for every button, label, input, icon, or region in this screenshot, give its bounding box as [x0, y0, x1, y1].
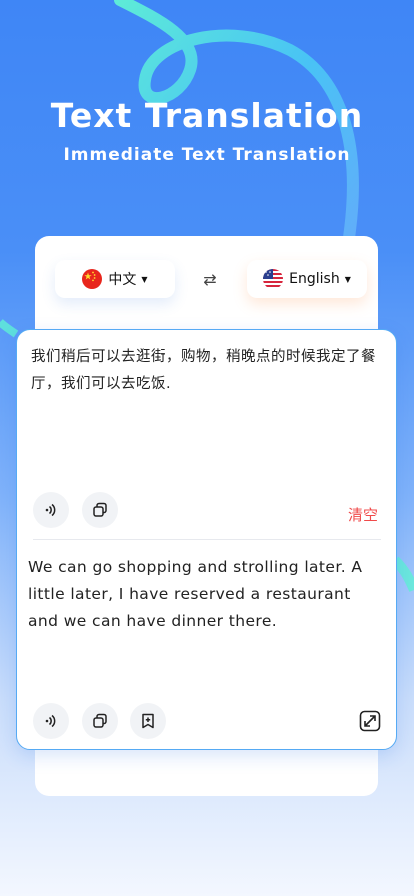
usa-flag-icon [263, 269, 284, 289]
hero-subtitle: Immediate Text Translation [63, 145, 351, 165]
china-flag-icon [82, 269, 103, 289]
bookmark-add-icon [142, 713, 154, 729]
divider [33, 539, 381, 540]
speaker-icon [45, 503, 56, 517]
chevron-down-icon: ▼ [344, 274, 351, 284]
speak-source-button[interactable] [33, 492, 69, 528]
chevron-down-icon: ▼ [141, 274, 148, 284]
source-language-label: 中文 [108, 272, 137, 288]
hero-title: Text Translation [50, 96, 364, 135]
clear-button[interactable]: 清空 [348, 504, 378, 525]
translation-panel: 我们稍后可以去逛街，购物，稍晚点的时候我定了餐厅，我们可以去吃饭. 清空 We … [16, 329, 397, 750]
fullscreen-button[interactable] [359, 710, 381, 732]
swap-languages-button[interactable]: ⇄ [194, 266, 226, 292]
source-text-input[interactable]: 我们稍后可以去逛街，购物，稍晚点的时候我定了餐厅，我们可以去吃饭. [31, 344, 383, 398]
copy-source-button[interactable] [82, 492, 118, 528]
copy-icon [93, 502, 107, 517]
speak-translation-button[interactable] [33, 703, 69, 739]
source-language-selector[interactable]: 中文 ▼ [55, 260, 175, 298]
copy-icon [93, 713, 107, 728]
target-language-label: English [289, 271, 340, 287]
target-language-selector[interactable]: English ▼ [247, 260, 367, 298]
swap-icon: ⇄ [203, 269, 217, 289]
expand-icon [359, 710, 381, 732]
copy-translation-button[interactable] [82, 703, 118, 739]
translated-text: We can go shopping and strolling later. … [28, 558, 363, 630]
speaker-icon [45, 714, 56, 728]
bookmark-translation-button[interactable] [130, 703, 166, 739]
